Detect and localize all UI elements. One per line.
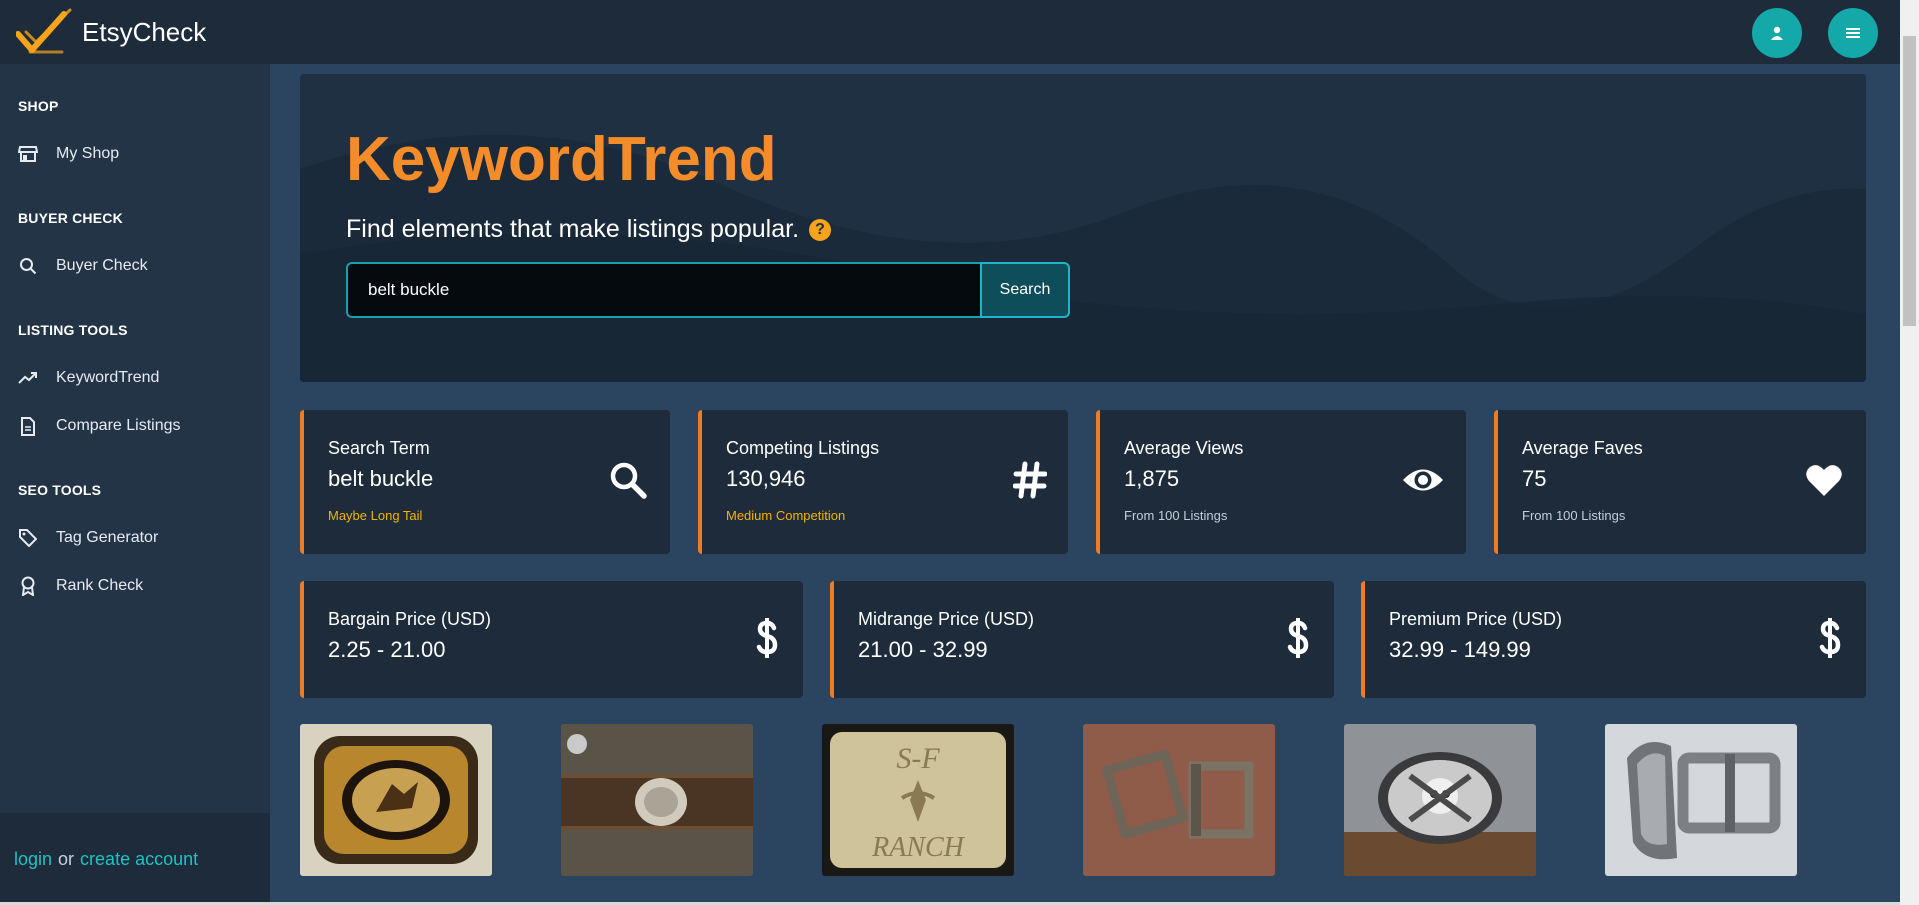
- sidebar-section-shop: SHOP: [18, 98, 59, 114]
- sidebar-item-tag-generator[interactable]: Tag Generator: [18, 528, 158, 548]
- stat-card-average-views: Average Views 1,875 From 100 Listings: [1096, 410, 1466, 554]
- listing-thumbnail-3[interactable]: S-F RANCH: [822, 724, 1014, 876]
- stat-value: 130,946: [726, 466, 806, 491]
- search-icon: [18, 256, 38, 276]
- price-label: Premium Price (USD): [1389, 609, 1563, 629]
- hash-icon: [1010, 460, 1050, 500]
- stat-note: Medium Competition: [726, 508, 846, 523]
- subtitle-text: Find elements that make listings popular…: [346, 215, 800, 243]
- price-value: 32.99 - 149.99: [1389, 637, 1531, 662]
- sidebar-item-label: My Shop: [56, 145, 120, 162]
- listing-thumbnail-5[interactable]: [1344, 724, 1536, 876]
- store-icon: [18, 144, 38, 164]
- stat-note: From 100 Listings: [1124, 508, 1228, 523]
- stat-label: Competing Listings: [726, 438, 880, 458]
- dollar-icon: [752, 615, 782, 661]
- sidebar-section-seo-tools: SEO TOOLS: [18, 482, 102, 498]
- search-icon: [608, 460, 648, 500]
- tag-icon: [18, 528, 38, 548]
- sidebar-item-label: Tag Generator: [56, 529, 159, 546]
- user-account-button[interactable]: [1752, 8, 1802, 58]
- stat-value: 75: [1522, 466, 1547, 491]
- listing-thumbnail-4[interactable]: [1083, 724, 1275, 876]
- sidebar-item-keywordtrend[interactable]: KeywordTrend: [18, 368, 159, 388]
- stat-card-search-term: Search Term belt buckle Maybe Long Tail: [300, 410, 670, 554]
- sidebar-item-compare-listings[interactable]: Compare Listings: [18, 416, 181, 436]
- dollar-icon: [1283, 615, 1313, 661]
- price-label: Bargain Price (USD): [328, 609, 492, 629]
- page-title: KeywordTrend: [346, 125, 777, 194]
- login-link[interactable]: login: [14, 849, 52, 870]
- price-label: Midrange Price (USD): [858, 609, 1035, 629]
- sidebar-section-listing-tools: LISTING TOOLS: [18, 322, 128, 338]
- sidebar-item-rank-check[interactable]: Rank Check: [18, 576, 143, 596]
- sidebar: SHOP My Shop BUYER CHECK Buyer Check LIS…: [0, 64, 270, 905]
- scrollbar-thumb[interactable]: [1903, 36, 1916, 326]
- stat-note: Maybe Long Tail: [328, 508, 423, 523]
- menu-button[interactable]: [1828, 8, 1878, 58]
- help-icon[interactable]: ?: [809, 218, 832, 241]
- brand-name[interactable]: EtsyCheck: [82, 17, 206, 48]
- sidebar-item-label: KeywordTrend: [56, 369, 160, 386]
- trend-icon: [18, 368, 38, 388]
- sidebar-item-label: Rank Check: [56, 577, 144, 594]
- stat-card-competing-listings: Competing Listings 130,946 Medium Compet…: [698, 410, 1068, 554]
- listing-thumbnail-1[interactable]: [300, 724, 492, 876]
- price-value: 2.25 - 21.00: [328, 637, 446, 662]
- price-card-bargain: Bargain Price (USD) 2.25 - 21.00: [300, 581, 803, 698]
- dollar-icon: [1815, 615, 1845, 661]
- or-text: or: [58, 848, 75, 869]
- create-account-link[interactable]: create account: [80, 849, 198, 870]
- price-value: 21.00 - 32.99: [858, 637, 988, 662]
- listing-thumbnail-2[interactable]: [561, 724, 753, 876]
- page-subtitle: Find elements that make listings popular…: [346, 215, 832, 244]
- search-bar: Search: [346, 262, 1070, 318]
- document-icon: [18, 416, 38, 436]
- search-input[interactable]: [346, 262, 980, 318]
- user-icon: [1771, 26, 1783, 40]
- price-card-premium: Premium Price (USD) 32.99 - 149.99: [1361, 581, 1866, 698]
- stat-note: From 100 Listings: [1522, 508, 1626, 523]
- sidebar-item-my-shop[interactable]: My Shop: [18, 144, 119, 164]
- buckle-engraving-top: S-F: [896, 742, 940, 775]
- stat-label: Average Faves: [1522, 438, 1643, 458]
- stat-label: Average Views: [1124, 438, 1244, 458]
- sidebar-section-buyer-check: BUYER CHECK: [18, 210, 123, 226]
- price-card-midrange: Midrange Price (USD) 21.00 - 32.99: [830, 581, 1334, 698]
- logo-check-icon[interactable]: [16, 8, 74, 56]
- buckle-engraving-bottom: RANCH: [871, 832, 966, 863]
- heart-icon: [1804, 460, 1844, 500]
- hamburger-icon: [1846, 28, 1860, 38]
- award-icon: [18, 576, 38, 596]
- stat-value: belt buckle: [328, 466, 434, 491]
- eye-icon: [1400, 460, 1446, 500]
- stat-value: 1,875: [1124, 466, 1180, 491]
- sidebar-item-label: Buyer Check: [56, 257, 148, 274]
- listing-thumbnail-6[interactable]: [1605, 724, 1797, 876]
- stat-card-average-faves: Average Faves 75 From 100 Listings: [1494, 410, 1866, 554]
- auth-footer: login or create account: [0, 813, 270, 905]
- sidebar-item-buyer-check[interactable]: Buyer Check: [18, 256, 148, 276]
- page-scrollbar[interactable]: [1900, 0, 1919, 905]
- search-button[interactable]: Search: [980, 262, 1070, 318]
- sidebar-item-label: Compare Listings: [56, 417, 181, 434]
- stat-label: Search Term: [328, 438, 430, 458]
- hero-panel: KeywordTrend Find elements that make lis…: [300, 74, 1866, 382]
- top-bar: EtsyCheck: [0, 0, 1900, 64]
